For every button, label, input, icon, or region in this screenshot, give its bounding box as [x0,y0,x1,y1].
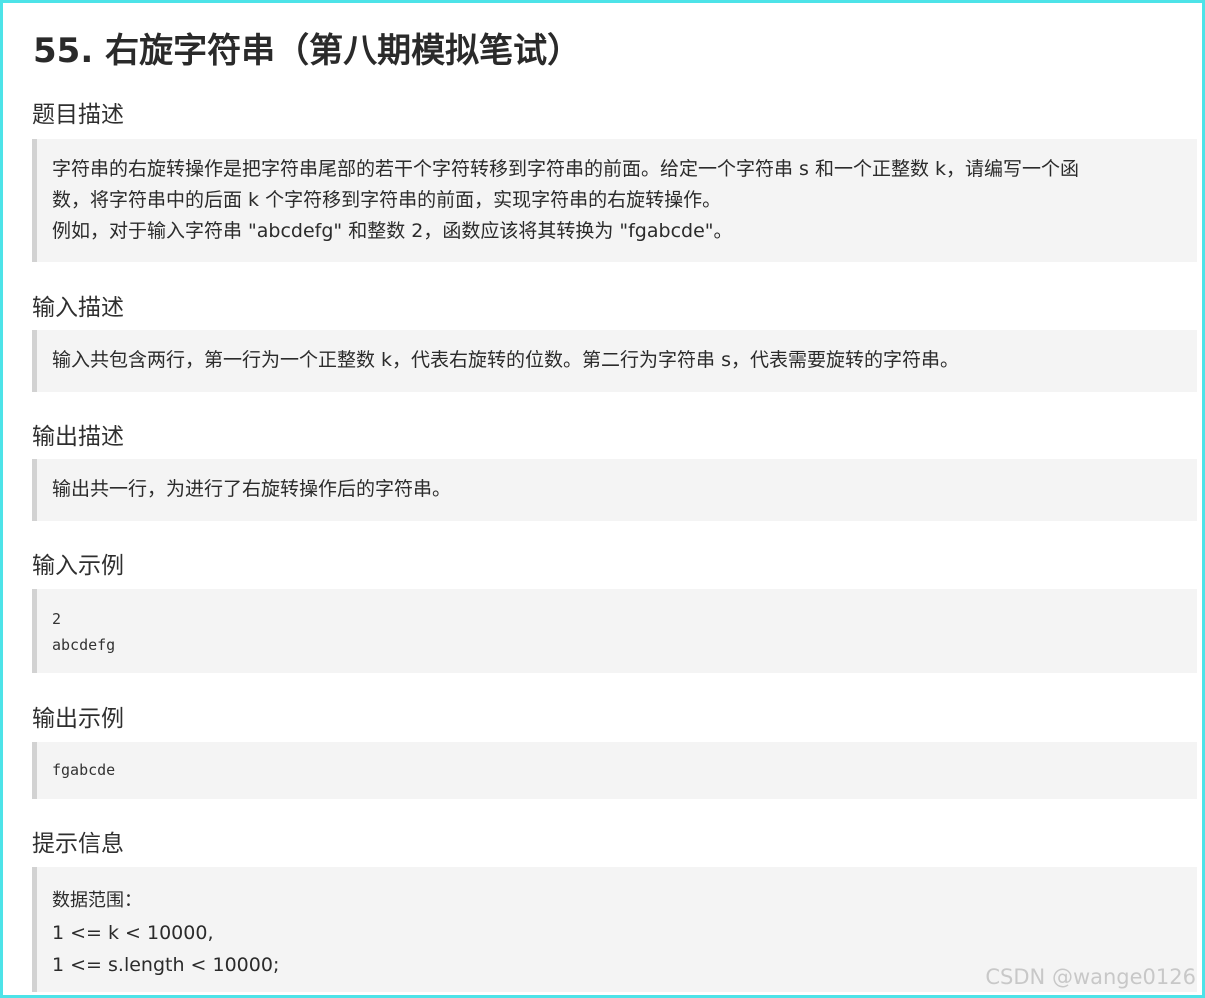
hint-heading: 提示信息 [32,831,124,857]
description-block: 字符串的右旋转操作是把字符串尾部的若干个字符转移到字符串的前面。给定一个字符串 … [32,139,1197,262]
input-desc-line: 输入共包含两行，第一行为一个正整数 k，代表右旋转的位数。第二行为字符串 s，代… [52,349,959,371]
description-heading: 题目描述 [32,102,124,128]
page-title: 55. 右旋字符串（第八期模拟笔试） [33,31,582,71]
output-desc-block: 输出共一行，为进行了右旋转操作后的字符串。 [32,459,1197,521]
input-example-heading: 输入示例 [32,553,124,579]
hint-line: 1 <= k < 10000, [52,922,214,944]
input-desc-heading: 输入描述 [32,295,124,321]
hint-line: 数据范围： [52,890,142,911]
input-desc-block: 输入共包含两行，第一行为一个正整数 k，代表右旋转的位数。第二行为字符串 s，代… [32,330,1197,392]
output-example-line: fgabcde [52,761,116,779]
input-example-line: 2 [52,610,62,628]
output-desc-heading: 输出描述 [32,424,124,450]
output-desc-line: 输出共一行，为进行了右旋转操作后的字符串。 [52,478,452,500]
page-frame: 55. 右旋字符串（第八期模拟笔试） 题目描述 字符串的右旋转操作是把字符串尾部… [0,0,1205,998]
output-example-code-block: fgabcde [32,742,1197,799]
description-line: 数，将字符串中的后面 k 个字符移到字符串的前面，实现字符串的右旋转操作。 [52,189,722,211]
description-line: 例如，对于输入字符串 "abcdefg" 和整数 2，函数应该将其转换为 "fg… [52,220,733,242]
input-example-code-block: 2 abcdefg [32,589,1197,673]
output-example-heading: 输出示例 [32,706,124,732]
input-example-line: abcdefg [52,636,116,654]
description-line: 字符串的右旋转操作是把字符串尾部的若干个字符转移到字符串的前面。给定一个字符串 … [52,158,1080,180]
csdn-watermark: CSDN @wange0126 [985,965,1196,989]
